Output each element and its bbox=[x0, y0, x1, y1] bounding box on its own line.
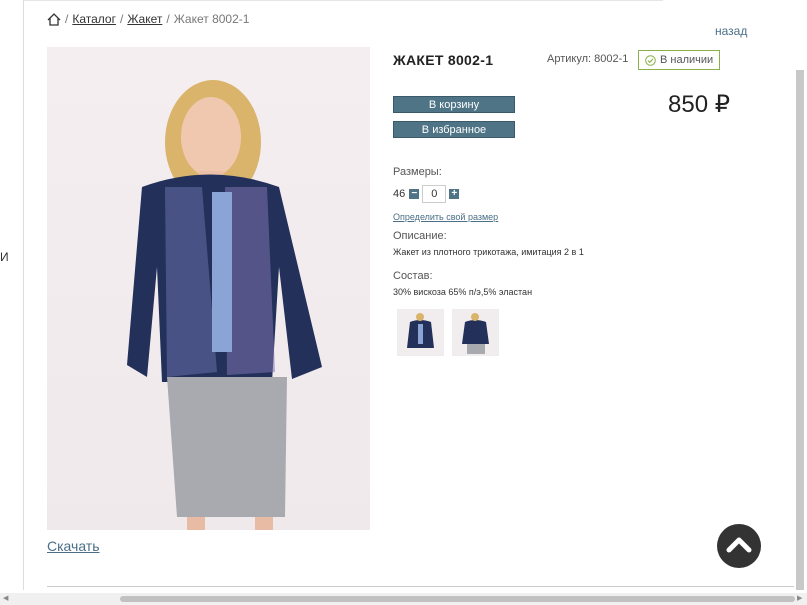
back-link[interactable]: назад bbox=[715, 24, 747, 38]
product-photo[interactable] bbox=[47, 47, 370, 530]
sizes-label: Размеры: bbox=[393, 166, 442, 178]
description-label: Описание: bbox=[393, 230, 447, 242]
stock-label: В наличии bbox=[660, 54, 714, 66]
size-row: 46 − 0 + bbox=[393, 185, 460, 203]
composition-text: 30% вискоза 65% п/э,5% эластан bbox=[393, 287, 533, 297]
content-left-border bbox=[23, 0, 24, 590]
breadcrumb-category-link[interactable]: Жакет bbox=[127, 12, 162, 26]
product-sku: Артикул: 8002-1 bbox=[547, 53, 629, 65]
product-thumbnail[interactable] bbox=[397, 309, 444, 356]
composition-label: Состав: bbox=[393, 270, 433, 282]
description-text: Жакет из плотного трикотажа, имитация 2 … bbox=[393, 247, 584, 257]
scroll-left-icon[interactable]: ◀ bbox=[3, 594, 8, 602]
home-icon[interactable] bbox=[47, 12, 61, 26]
minus-icon[interactable]: − bbox=[409, 189, 420, 199]
product-price: 850 ₽ bbox=[668, 91, 730, 118]
product-title: ЖАКЕТ 8002-1 bbox=[393, 52, 494, 68]
scroll-right-icon[interactable]: ▶ bbox=[797, 594, 802, 602]
top-divider bbox=[23, 0, 663, 1]
breadcrumb-separator: / bbox=[119, 12, 124, 26]
breadcrumb-current: Жакет 8002-1 bbox=[173, 12, 250, 26]
bottom-divider bbox=[47, 586, 794, 587]
left-edge-text: И bbox=[0, 250, 9, 264]
product-thumbnail[interactable] bbox=[452, 309, 499, 356]
scroll-to-top-button[interactable] bbox=[717, 524, 761, 568]
breadcrumb: / Каталог / Жакет / Жакет 8002-1 bbox=[47, 12, 249, 26]
plus-icon[interactable]: + bbox=[449, 189, 460, 199]
horizontal-scrollbar-thumb[interactable] bbox=[120, 596, 795, 602]
quantity-input[interactable]: 0 bbox=[422, 185, 447, 203]
add-to-cart-button[interactable]: В корзину bbox=[393, 96, 515, 113]
check-circle-icon bbox=[645, 54, 656, 66]
download-link[interactable]: Скачать bbox=[47, 538, 100, 554]
breadcrumb-separator: / bbox=[166, 12, 170, 26]
chevron-up-icon bbox=[726, 535, 752, 558]
breadcrumb-catalog-link[interactable]: Каталог bbox=[72, 12, 116, 26]
add-to-favorites-button[interactable]: В избранное bbox=[393, 121, 515, 138]
vertical-scrollbar-thumb[interactable] bbox=[796, 70, 804, 590]
determine-size-link[interactable]: Определить свой размер bbox=[393, 212, 498, 222]
stock-badge: В наличии bbox=[638, 50, 721, 70]
size-value: 46 bbox=[393, 188, 406, 200]
breadcrumb-separator: / bbox=[65, 12, 69, 26]
